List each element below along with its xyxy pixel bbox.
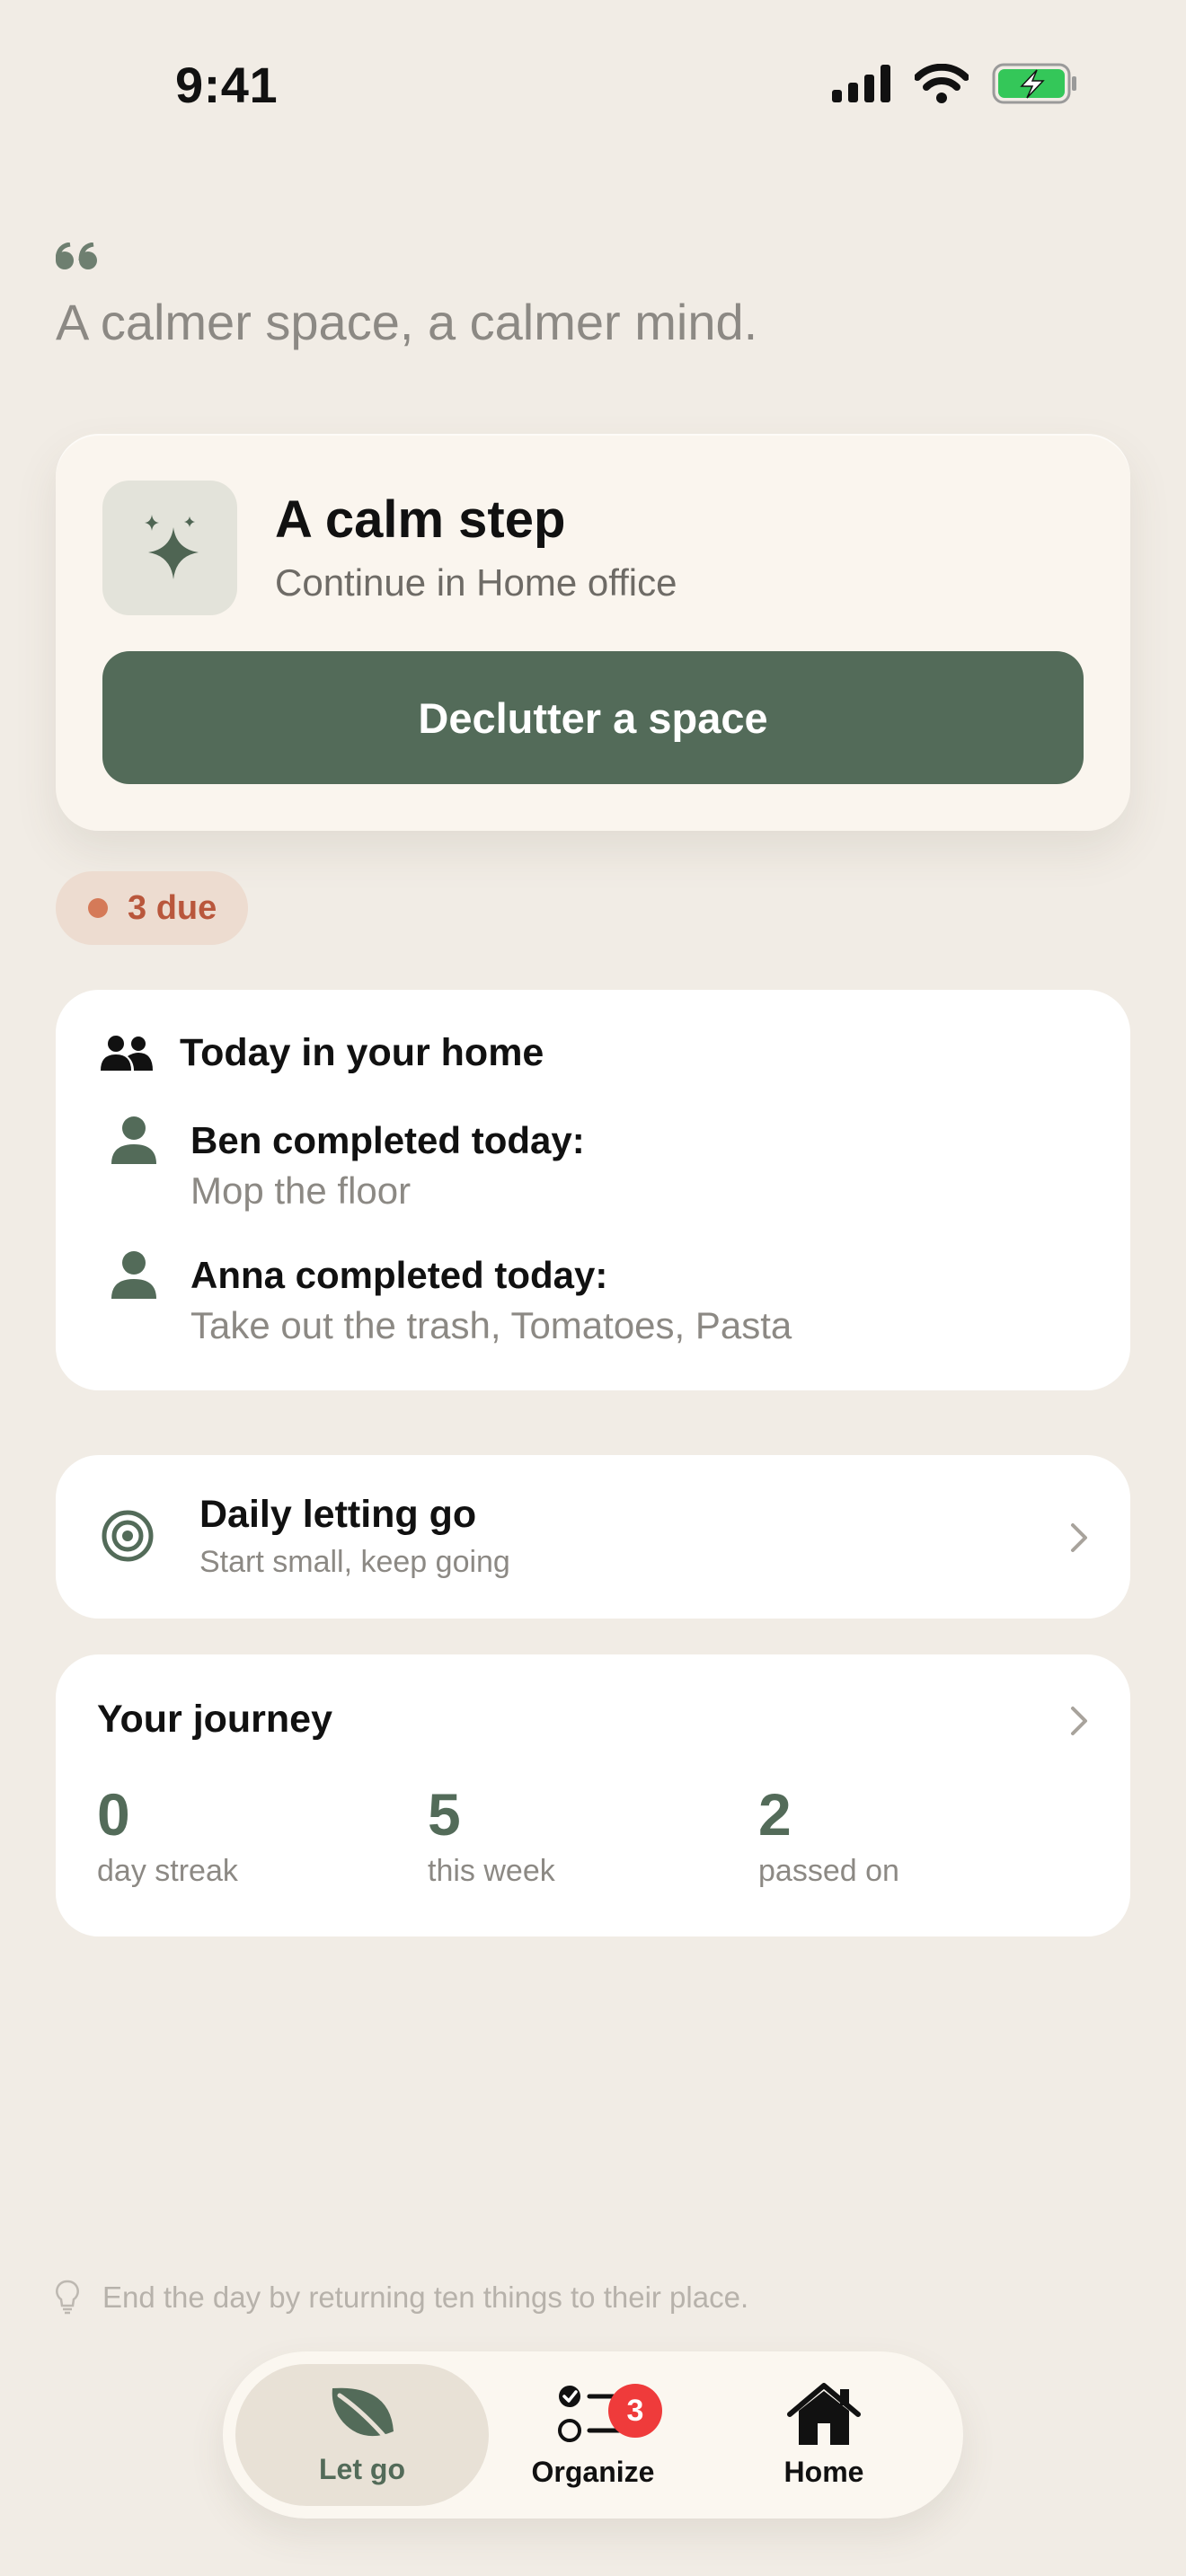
tab-bar: Let go Organize 3 Home — [223, 2351, 963, 2519]
battery-charging-icon — [992, 63, 1076, 104]
due-badge[interactable]: 3 due — [56, 871, 248, 945]
home-activity-title: Today in your home — [180, 1031, 544, 1074]
chevron-right-icon — [1071, 1523, 1087, 1552]
tip-text: End the day by returning ten things to t… — [102, 2280, 749, 2314]
house-icon — [787, 2382, 861, 2445]
activity-item: Anna completed today: Take out the trash… — [110, 1250, 792, 1351]
cellular-signal-icon — [832, 65, 890, 102]
activity-what: Take out the trash, Tomatoes, Pasta — [190, 1304, 792, 1346]
tab-label: Organize — [531, 2455, 655, 2488]
stat-value: 0 — [97, 1781, 130, 1848]
organize-count-badge: 3 — [608, 2384, 662, 2438]
leaf-icon — [332, 2387, 394, 2440]
journey-card[interactable]: Your journey 0 day streak 5 this week 2 … — [56, 1654, 1130, 1936]
people-icon — [101, 1035, 153, 1071]
stat-value: 5 — [428, 1781, 461, 1848]
status-icons — [832, 63, 1078, 104]
activity-item: Ben completed today: Mop the floor — [110, 1116, 585, 1216]
activity-what: Mop the floor — [190, 1169, 412, 1212]
stat-value: 2 — [758, 1781, 792, 1848]
journey-title: Your journey — [97, 1698, 333, 1741]
status-time: 9:41 — [175, 57, 279, 113]
tip: End the day by returning ten things to t… — [56, 2280, 748, 2316]
tab-organize[interactable]: Organize 3 — [466, 2364, 720, 2506]
sparkle-icon-box — [102, 481, 237, 615]
stat-label: day streak — [97, 1854, 238, 1888]
quote-text: A calmer space, a calmer mind. — [56, 294, 758, 350]
stat-this-week: 5 this week — [428, 1780, 555, 1889]
due-dot-icon — [88, 898, 108, 918]
declutter-space-button[interactable]: Declutter a space — [102, 651, 1084, 784]
daily-letting-go-card[interactable]: Daily letting go Start small, keep going — [56, 1455, 1130, 1619]
calm-step-card: A calm step Continue in Home office Decl… — [56, 434, 1130, 831]
stat-label: passed on — [758, 1854, 899, 1888]
person-icon — [111, 1251, 156, 1299]
calm-step-subtitle: Continue in Home office — [275, 561, 677, 604]
activity-who: Ben completed today: — [190, 1119, 585, 1161]
stat-label: this week — [428, 1854, 555, 1888]
chevron-right-icon — [1071, 1707, 1087, 1735]
tab-label: Let go — [319, 2452, 405, 2485]
daily-letting-go-subtitle: Start small, keep going — [199, 1545, 510, 1579]
lightbulb-icon — [56, 2280, 79, 2315]
due-label: 3 due — [128, 888, 217, 927]
stat-day-streak: 0 day streak — [97, 1780, 238, 1889]
tab-let-go[interactable]: Let go — [235, 2364, 489, 2506]
activity-who: Anna completed today: — [190, 1254, 608, 1296]
sparkle-icon — [145, 515, 199, 579]
person-icon — [111, 1116, 156, 1164]
home-activity-card: Today in your home Ben completed today: … — [56, 990, 1130, 1390]
quote-icon — [56, 243, 97, 269]
daily-letting-go-title: Daily letting go — [199, 1493, 477, 1536]
wifi-icon — [915, 64, 969, 103]
calm-step-title: A calm step — [275, 490, 566, 549]
target-icon — [102, 1510, 154, 1562]
tab-home[interactable]: Home — [697, 2364, 951, 2506]
tab-label: Home — [783, 2455, 864, 2488]
stat-passed-on: 2 passed on — [758, 1780, 899, 1889]
